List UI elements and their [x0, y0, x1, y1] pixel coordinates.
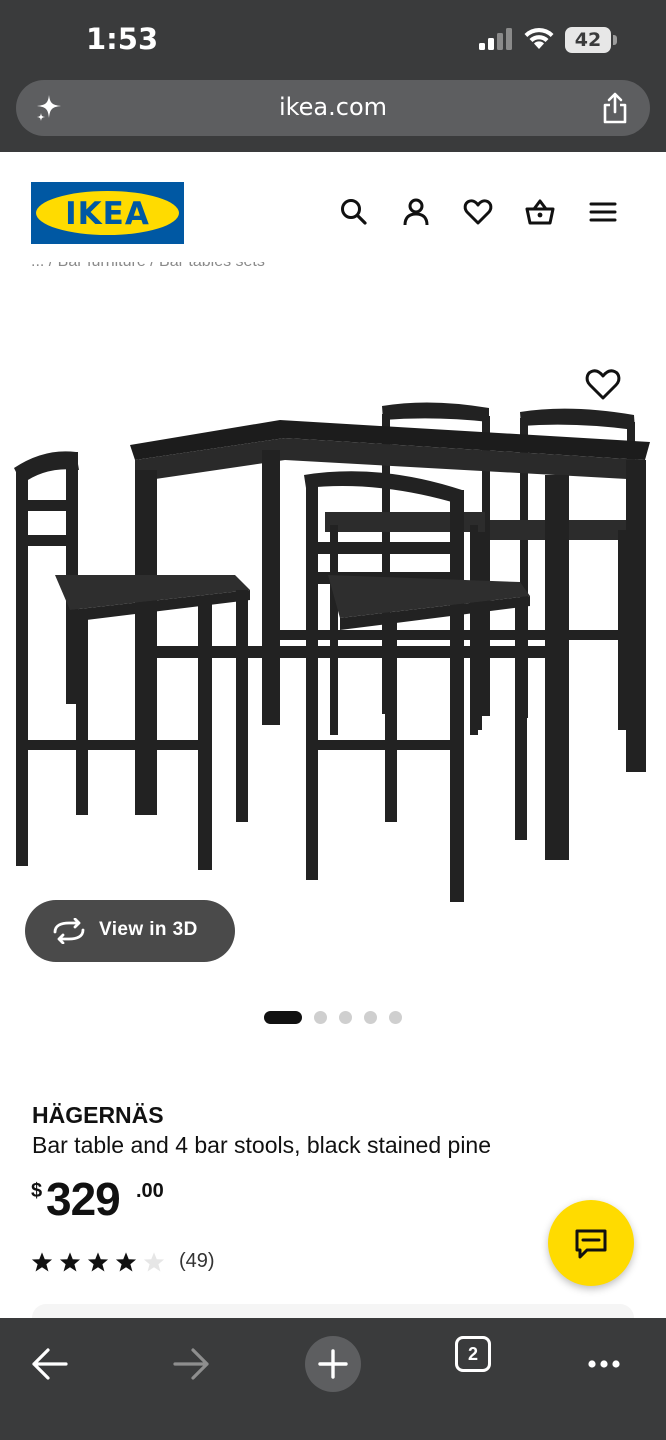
product-name: HÄGERNÄS: [32, 1102, 164, 1128]
star-icon: [115, 1252, 137, 1272]
price-currency: $: [31, 1180, 43, 1202]
price-decimal: .00: [136, 1180, 164, 1202]
product-image[interactable]: [0, 360, 666, 920]
status-bar: 1:53 42: [0, 0, 666, 80]
carousel-dot-5[interactable]: [389, 1011, 402, 1024]
forward-arrow-icon[interactable]: [163, 1336, 219, 1392]
star-icon: [31, 1252, 53, 1272]
rotate-3d-icon: [53, 918, 85, 944]
account-icon[interactable]: [400, 196, 432, 228]
price-whole: 329: [46, 1173, 121, 1225]
carousel-dot-2[interactable]: [314, 1011, 327, 1024]
status-time: 1:53: [86, 22, 159, 56]
favorite-heart-icon[interactable]: [584, 366, 622, 402]
basket-icon[interactable]: [524, 196, 556, 228]
plus-icon: [318, 1349, 348, 1379]
tabs-button[interactable]: 2: [455, 1336, 491, 1372]
url-text[interactable]: ikea.com: [16, 93, 650, 121]
new-tab-button[interactable]: [305, 1336, 361, 1392]
product-rating[interactable]: (49): [31, 1249, 271, 1277]
browser-toolbar: 2: [0, 1318, 666, 1440]
view-in-3d-label: View in 3D: [99, 919, 198, 940]
star-icon: [87, 1252, 109, 1272]
carousel-dot-1[interactable]: [264, 1011, 302, 1024]
chat-button[interactable]: [548, 1200, 634, 1286]
battery-level: 42: [565, 27, 611, 53]
tab-count: 2: [455, 1336, 491, 1372]
star-icon: [59, 1252, 81, 1272]
site-header: IKEA: [0, 152, 666, 272]
share-icon[interactable]: [600, 92, 630, 124]
review-count[interactable]: (49): [179, 1250, 215, 1273]
ikea-logo[interactable]: IKEA: [31, 182, 184, 244]
carousel-dot-4[interactable]: [364, 1011, 377, 1024]
search-icon[interactable]: [338, 196, 370, 228]
view-in-3d-button[interactable]: View in 3D: [25, 900, 235, 962]
more-icon[interactable]: [576, 1336, 632, 1392]
heart-icon[interactable]: [462, 196, 494, 228]
chat-icon: [575, 1229, 607, 1259]
signal-icon: [479, 28, 512, 50]
battery-icon: 42: [565, 27, 617, 53]
browser-top-bar: ikea.com: [0, 80, 666, 152]
breadcrumb-text[interactable]: ... / Bar furniture / Bar tables sets: [31, 262, 265, 271]
product-description: Bar table and 4 bar stools, black staine…: [32, 1132, 492, 1158]
address-bar[interactable]: ikea.com: [16, 80, 650, 136]
menu-icon[interactable]: [587, 196, 619, 228]
logo-text: IKEA: [65, 196, 150, 232]
carousel-dot-3[interactable]: [339, 1011, 352, 1024]
carousel-dots[interactable]: [264, 1011, 404, 1025]
star-empty-icon: [143, 1252, 165, 1272]
breadcrumb[interactable]: ... / Bar furniture / Bar tables sets: [31, 262, 431, 276]
wifi-icon: [524, 27, 554, 49]
back-arrow-icon[interactable]: [22, 1336, 78, 1392]
